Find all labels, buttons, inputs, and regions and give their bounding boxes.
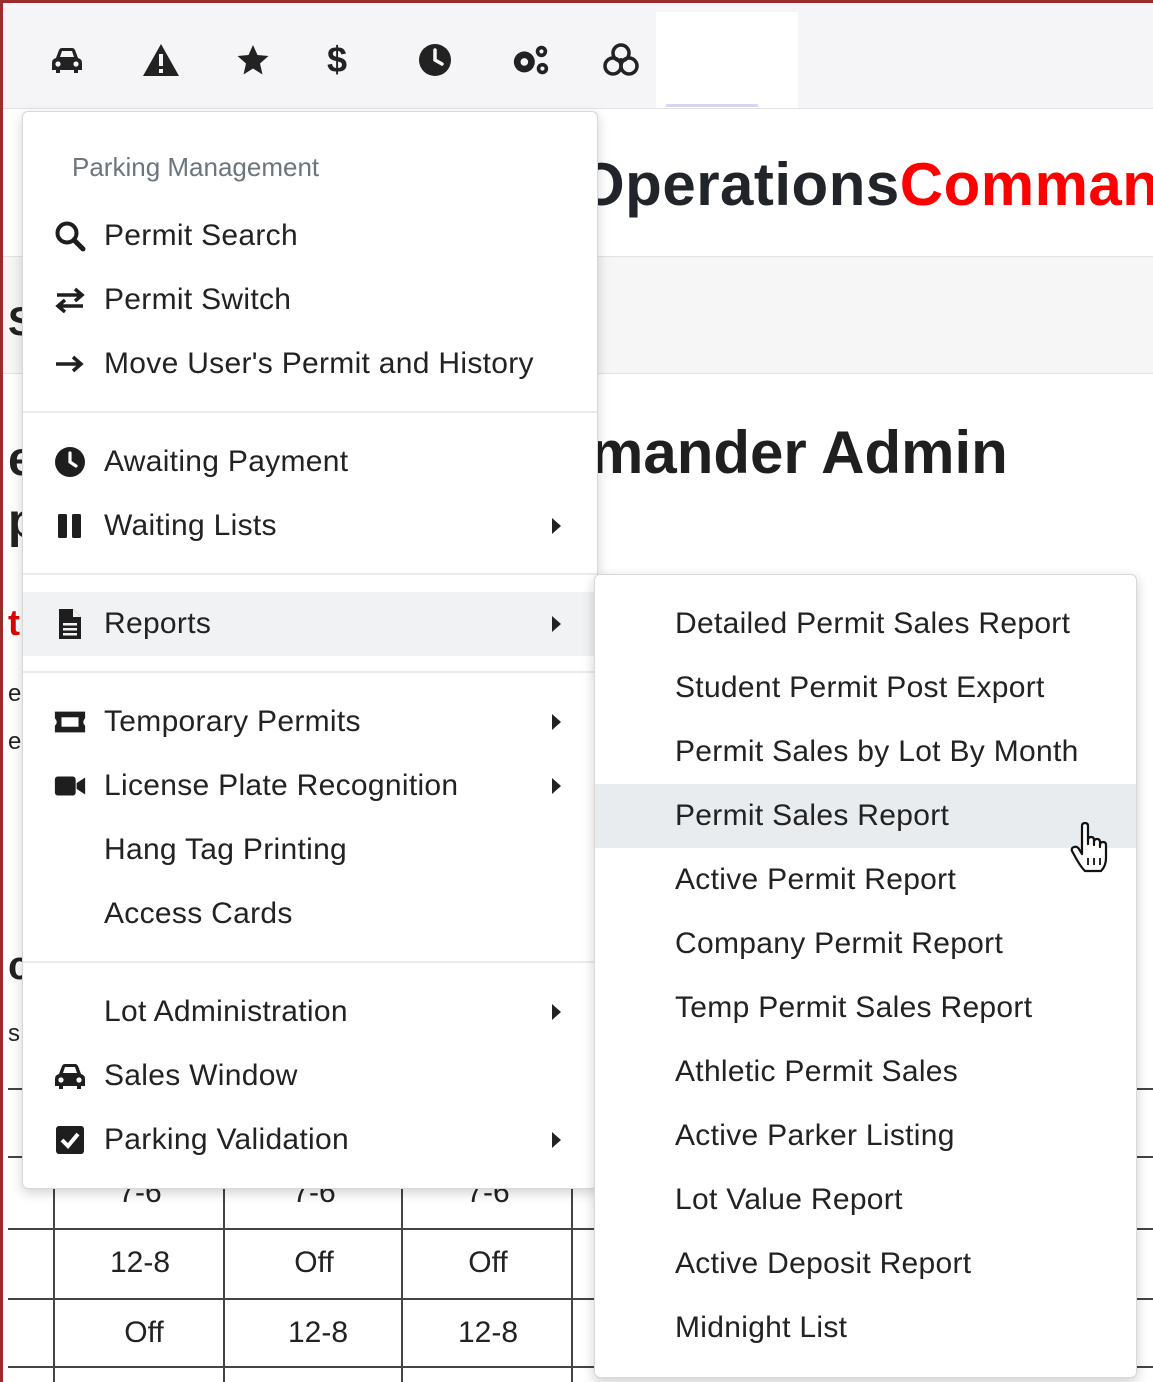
menu-item-label: Access Cards — [104, 897, 293, 930]
menu-item-awaiting-payment[interactable]: Awaiting Payment — [23, 430, 597, 494]
car-icon — [53, 1059, 87, 1093]
parking-management-menu: Parking Management Permit Search Permit … — [22, 111, 598, 1189]
top-navbar: $ — [0, 0, 1153, 109]
brand-logo: OperationsComman — [578, 150, 1153, 219]
menu-item-label: Lot Administration — [104, 995, 348, 1028]
bg-fragment: t — [8, 602, 20, 643]
caret-right-icon — [552, 616, 561, 632]
biohazard-icon[interactable] — [601, 40, 641, 80]
submenu-item-label: Temp Permit Sales Report — [675, 991, 1033, 1024]
menu-item-label: Parking Validation — [104, 1123, 349, 1156]
submenu-item-label: Permit Sales by Lot By Month — [675, 735, 1079, 768]
car-icon[interactable] — [47, 40, 87, 80]
pause-icon — [53, 509, 87, 543]
submenu-item-label: Detailed Permit Sales Report — [675, 607, 1071, 640]
table-cell: 12-8 — [457, 1316, 519, 1349]
dollar-icon[interactable]: $ — [317, 39, 357, 80]
bg-fragment: e — [8, 680, 22, 707]
submenu-item-label: Active Permit Report — [675, 863, 957, 896]
table-cell: Off — [294, 1246, 334, 1279]
menu-item-label: License Plate Recognition — [104, 769, 459, 802]
brand-part-1: Operations — [578, 151, 900, 218]
search-icon — [53, 219, 87, 253]
clock-icon[interactable] — [415, 40, 455, 80]
menu-item-permit-search[interactable]: Permit Search — [23, 204, 597, 268]
menu-item-waiting-lists[interactable]: Waiting Lists — [23, 494, 597, 558]
checkbox-icon — [53, 1123, 87, 1157]
clock-icon — [53, 445, 87, 479]
menu-item-label: Permit Search — [104, 219, 298, 252]
submenu-item-label: Student Permit Post Export — [675, 671, 1045, 704]
menu-item-label: Waiting Lists — [104, 509, 277, 542]
warning-icon[interactable] — [141, 40, 181, 80]
video-camera-icon — [53, 769, 87, 803]
menu-item-lot-administration[interactable]: Lot Administration — [23, 980, 597, 1044]
submenu-item-active-deposit-report[interactable]: Active Deposit Report — [595, 1232, 1136, 1296]
menu-item-label: Reports — [104, 607, 212, 640]
menu-item-label: Permit Switch — [104, 283, 292, 316]
menu-item-parking-validation[interactable]: Parking Validation — [23, 1108, 597, 1172]
table-cell: Off — [124, 1316, 164, 1349]
menu-divider — [23, 411, 597, 413]
submenu-item-label: Athletic Permit Sales — [675, 1055, 959, 1088]
menu-item-sales-window[interactable]: Sales Window — [23, 1044, 597, 1108]
submenu-item-company-permit-report[interactable]: Company Permit Report — [595, 912, 1136, 976]
menu-item-reports[interactable]: Reports — [23, 592, 597, 656]
ticket-icon — [53, 705, 87, 739]
submenu-item-active-parker-listing[interactable]: Active Parker Listing — [595, 1104, 1136, 1168]
caret-right-icon — [552, 778, 561, 794]
submenu-item-label: Permit Sales Report — [675, 799, 950, 832]
submenu-item-student-permit-post-export[interactable]: Student Permit Post Export — [595, 656, 1136, 720]
bg-fragment: e — [8, 728, 22, 755]
menu-item-move-permit[interactable]: Move User's Permit and History — [23, 332, 597, 396]
menu-item-permit-switch[interactable]: Permit Switch — [23, 268, 597, 332]
caret-right-icon — [552, 714, 561, 730]
menu-divider — [23, 961, 597, 963]
exchange-icon — [53, 283, 87, 317]
caret-right-icon — [552, 1132, 561, 1148]
submenu-item-athletic-permit-sales[interactable]: Athletic Permit Sales — [595, 1040, 1136, 1104]
table-cell: 12-8 — [287, 1316, 349, 1349]
reports-submenu: Detailed Permit Sales Report Student Per… — [594, 574, 1137, 1378]
menu-divider — [23, 671, 597, 673]
active-tab[interactable] — [656, 12, 798, 108]
menu-item-access-cards[interactable]: Access Cards — [23, 882, 597, 946]
submenu-item-label: Lot Value Report — [675, 1183, 903, 1216]
submenu-item-permit-sales-report[interactable]: Permit Sales Report — [595, 784, 1136, 848]
submenu-item-midnight-list[interactable]: Midnight List — [595, 1296, 1136, 1360]
submenu-item-label: Active Parker Listing — [675, 1119, 955, 1152]
star-icon[interactable] — [233, 40, 273, 80]
submenu-item-temp-permit-sales-report[interactable]: Temp Permit Sales Report — [595, 976, 1136, 1040]
gears-icon[interactable] — [511, 40, 551, 80]
menu-divider — [23, 573, 597, 575]
menu-item-label: Sales Window — [104, 1059, 298, 1092]
submenu-item-permit-sales-by-lot-by-month[interactable]: Permit Sales by Lot By Month — [595, 720, 1136, 784]
hand-cursor-icon — [1068, 821, 1114, 879]
menu-item-temporary-permits[interactable]: Temporary Permits — [23, 690, 597, 754]
caret-right-icon — [552, 518, 561, 534]
menu-item-label: Awaiting Payment — [104, 445, 349, 478]
menu-item-license-plate-recognition[interactable]: License Plate Recognition — [23, 754, 597, 818]
menu-item-label: Temporary Permits — [104, 705, 361, 738]
submenu-item-label: Company Permit Report — [675, 927, 1004, 960]
menu-item-label: Hang Tag Printing — [104, 833, 348, 866]
arrow-right-icon — [53, 347, 87, 381]
table-cell: 12-8 — [109, 1246, 171, 1279]
submenu-item-lot-value-report[interactable]: Lot Value Report — [595, 1168, 1136, 1232]
submenu-item-label: Active Deposit Report — [675, 1247, 972, 1280]
submenu-item-detailed-permit-sales-report[interactable]: Detailed Permit Sales Report — [595, 592, 1136, 656]
file-icon — [53, 607, 87, 641]
submenu-item-label: Midnight List — [675, 1311, 848, 1344]
menu-item-label: Move User's Permit and History — [104, 347, 534, 380]
table-cell: Off — [468, 1246, 508, 1279]
menu-header: Parking Management — [72, 152, 320, 182]
submenu-item-active-permit-report[interactable]: Active Permit Report — [595, 848, 1136, 912]
bg-fragment: s — [8, 1020, 20, 1047]
active-tab-indicator — [666, 104, 758, 107]
menu-item-hang-tag-printing[interactable]: Hang Tag Printing — [23, 818, 597, 882]
caret-right-icon — [552, 1004, 561, 1020]
page-title: mander Admin — [590, 419, 1008, 486]
brand-part-2: Comman — [899, 151, 1153, 218]
